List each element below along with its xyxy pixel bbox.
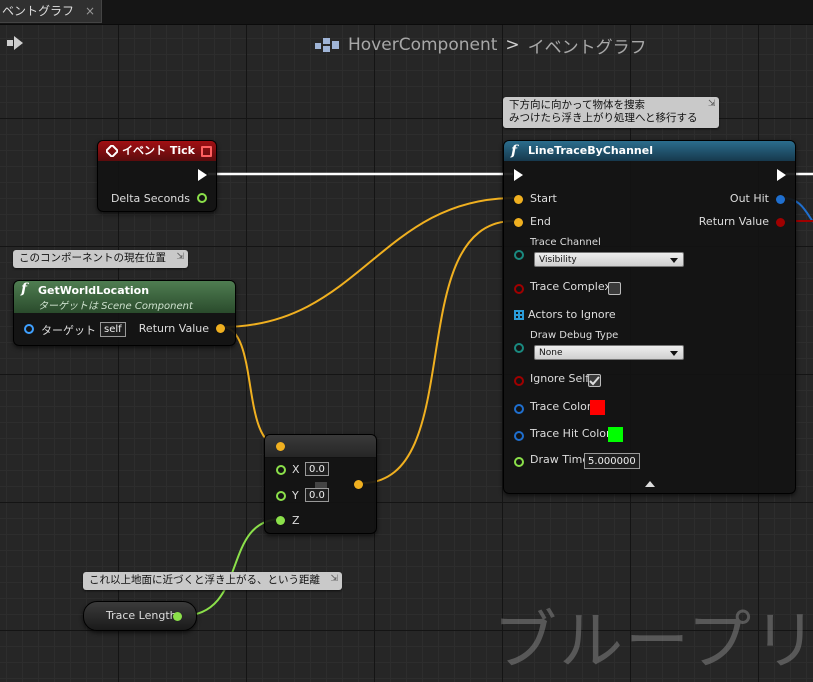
function-icon: f: [511, 143, 518, 159]
ignore-self-checkbox[interactable]: [588, 374, 601, 387]
line-trace-title: LineTraceByChannel: [528, 144, 653, 157]
draw-debug-label: Draw Debug Type: [530, 330, 619, 341]
trace-color-swatch[interactable]: [590, 400, 605, 415]
trace-hit-color-label: Trace Hit Color: [530, 427, 611, 440]
exec-in-pin[interactable]: [514, 169, 523, 181]
ignore-self-label: Ignore Self: [530, 372, 590, 385]
return-value-label: Return Value: [138, 322, 209, 335]
y-pin[interactable]: [276, 491, 286, 501]
vector-wire-end: [361, 220, 515, 484]
trace-color-pin[interactable]: [514, 404, 524, 414]
trace-length-node[interactable]: Trace Length: [83, 601, 197, 631]
event-tick-title: イベント Tick: [122, 144, 195, 157]
actors-to-ignore-label: Actors to Ignore: [528, 308, 616, 321]
line-trace-node[interactable]: f LineTraceByChannel Start Out Hit End R…: [503, 140, 796, 494]
trace-hit-color-pin[interactable]: [514, 431, 524, 441]
out-hit-pin[interactable]: [776, 195, 785, 204]
vector-wire-start: [221, 197, 515, 328]
comment-text-line1: 下方向に向かって物体を捜索: [509, 99, 645, 111]
trace-channel-pin[interactable]: [514, 250, 524, 260]
tab-label: ベントグラフ: [2, 4, 75, 18]
breadcrumb-graph: イベントグラフ: [527, 37, 647, 58]
end-label: End: [530, 215, 551, 228]
draw-debug-select[interactable]: None: [534, 345, 684, 360]
dropdown-arrow-icon: [670, 351, 678, 356]
ignore-self-pin[interactable]: [514, 376, 524, 386]
trace-length-pin[interactable]: [173, 612, 182, 621]
draw-time-pin[interactable]: [514, 457, 524, 467]
exec-out-pin[interactable]: [777, 169, 786, 181]
draw-debug-pin[interactable]: [514, 343, 524, 353]
trace-complex-pin[interactable]: [514, 284, 524, 294]
pin-icon[interactable]: ⇲: [330, 573, 338, 586]
get-world-location-title: GetWorldLocation: [38, 284, 150, 297]
pin-icon[interactable]: ⇲: [176, 251, 184, 264]
trace-hit-color-swatch[interactable]: [608, 427, 623, 442]
trace-channel-select[interactable]: Visibility: [534, 252, 684, 267]
vector-output-pin[interactable]: [354, 480, 363, 489]
make-vector-node[interactable]: X 0.0 Y 0.0 Z: [264, 434, 377, 534]
checkmark-icon: [589, 376, 600, 386]
target-label: ターゲット: [41, 324, 96, 337]
y-value-field[interactable]: 0.0: [305, 488, 329, 502]
event-diamond-icon: [106, 145, 118, 157]
comment-trace-length[interactable]: これ以上地面に近づくと浮き上がる、という距離 ⇲: [83, 572, 342, 590]
tab-event-graph[interactable]: ベントグラフ ×: [0, 0, 102, 23]
y-label: Y: [292, 489, 299, 502]
trace-complex-checkbox[interactable]: [608, 282, 621, 295]
comment-line-trace[interactable]: 下方向に向かって物体を捜索 みつけたら浮き上がり処理へと移行する ⇲: [503, 97, 720, 128]
trace-channel-label: Trace Channel: [530, 237, 601, 248]
trace-color-label: Trace Color: [530, 400, 592, 413]
delta-seconds-label: Delta Seconds: [110, 192, 190, 205]
z-pin[interactable]: [276, 516, 285, 525]
event-tick-header: イベント Tick: [98, 141, 216, 161]
nav-arrow-icon[interactable]: [6, 33, 26, 53]
delta-seconds-pin[interactable]: [197, 193, 207, 203]
trace-length-label: Trace Length: [106, 609, 177, 622]
vector-input-pin[interactable]: [276, 442, 285, 451]
node-body-grip: [315, 482, 327, 488]
comment-get-location[interactable]: このコンポーネントの現在位置 ⇲: [13, 250, 188, 268]
array-pin-icon[interactable]: [514, 310, 524, 320]
get-world-location-node[interactable]: f GetWorldLocation ターゲットは Scene Componen…: [13, 280, 236, 346]
z-label: Z: [292, 514, 300, 527]
comment-text-line2: みつけたら浮き上がり処理へと移行する: [509, 112, 698, 124]
return-value-pin[interactable]: [776, 218, 785, 227]
pin-icon[interactable]: ⇲: [708, 98, 716, 111]
line-trace-header: f LineTraceByChannel: [504, 141, 795, 161]
event-tick-node[interactable]: イベント Tick Delta Seconds: [97, 140, 217, 212]
tab-bar: ベントグラフ ×: [0, 0, 813, 25]
function-icon: f: [21, 281, 28, 297]
close-icon[interactable]: ×: [85, 0, 95, 22]
target-value-field[interactable]: self: [100, 322, 126, 337]
x-pin[interactable]: [276, 465, 286, 475]
out-hit-label: Out Hit: [729, 192, 769, 205]
dropdown-arrow-icon: [670, 258, 678, 263]
blueprint-watermark: ブループリ: [493, 605, 813, 679]
x-value-field[interactable]: 0.0: [305, 462, 329, 476]
comment-text: このコンポーネントの現在位置: [19, 252, 166, 264]
breadcrumb-separator: >: [505, 35, 520, 55]
get-world-location-subtitle: ターゲットは Scene Component: [38, 301, 193, 312]
comment-text: これ以上地面に近づくと浮き上がる、という距離: [89, 574, 320, 586]
event-stop-icon: [201, 146, 212, 157]
target-pin[interactable]: [24, 324, 34, 334]
trace-channel-value: Visibility: [539, 255, 577, 265]
expand-arrow-icon[interactable]: [645, 481, 655, 487]
draw-debug-value: None: [539, 348, 563, 358]
get-world-location-header: f GetWorldLocation ターゲットは Scene Componen…: [14, 281, 235, 313]
exec-pin-icon[interactable]: [198, 169, 207, 181]
return-value-pin[interactable]: [216, 324, 225, 333]
start-label: Start: [530, 192, 557, 205]
breadcrumb: HoverComponent > イベントグラフ: [314, 31, 647, 59]
blueprint-icon: [315, 38, 339, 52]
draw-time-label: Draw Time: [530, 453, 590, 466]
start-pin[interactable]: [514, 195, 523, 204]
trace-complex-label: Trace Complex: [530, 280, 611, 293]
breadcrumb-component[interactable]: HoverComponent: [348, 35, 497, 55]
draw-time-field[interactable]: 5.000000: [584, 453, 640, 469]
end-pin[interactable]: [514, 218, 523, 227]
x-label: X: [292, 463, 300, 476]
return-value-label: Return Value: [698, 215, 769, 228]
